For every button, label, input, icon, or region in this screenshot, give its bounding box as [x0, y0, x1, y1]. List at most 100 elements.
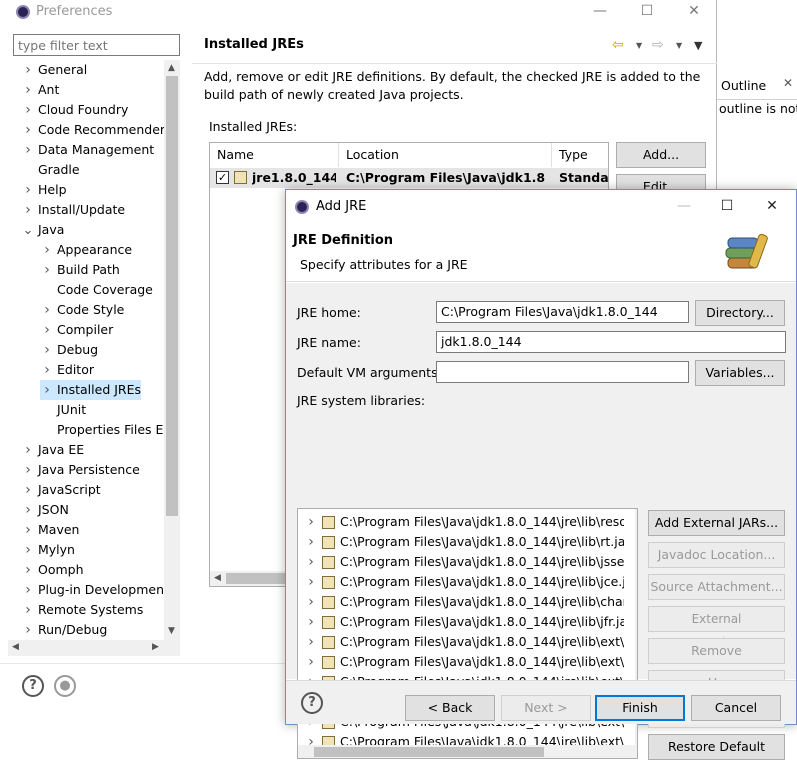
preferences-tree[interactable]: › General › Ant › Cloud Foundry › Code Recommen…: [8, 60, 180, 656]
tree-item[interactable]: › Remote Systems: [21, 600, 143, 620]
tree-item[interactable]: › Compiler: [40, 320, 113, 340]
column-header-location[interactable]: Location: [339, 143, 552, 167]
chevron-right-icon[interactable]: ›: [21, 600, 35, 620]
tree-item[interactable]: › Cloud Foundry: [21, 100, 128, 120]
variables-button[interactable]: Variables...: [695, 360, 785, 386]
tree-item[interactable]: › Java Persistence: [21, 460, 140, 480]
scroll-left-icon[interactable]: ◀: [12, 642, 19, 652]
tree-item[interactable]: › Data Management: [21, 140, 154, 160]
tree-item[interactable]: ⌄ Java: [21, 220, 65, 241]
back-arrow-icon[interactable]: ⇦: [612, 37, 624, 53]
chevron-right-icon[interactable]: ›: [304, 552, 318, 572]
vm-args-field[interactable]: [436, 361, 689, 383]
tree-horizontal-scrollbar[interactable]: ◀ ▶: [8, 640, 180, 656]
tree-item[interactable]: › Maven: [21, 520, 79, 540]
external-annotations-button[interactable]: External annotations...: [648, 606, 785, 650]
view-menu-icon[interactable]: ▼: [694, 39, 702, 52]
back-dropdown-icon[interactable]: ▼: [636, 41, 642, 50]
source-attachment-button[interactable]: Source Attachment...: [648, 574, 785, 600]
library-item[interactable]: › C:\Program Files\Java\jdk1.8.0_144\jre\…: [298, 512, 624, 532]
help-icon[interactable]: ?: [22, 675, 44, 697]
tree-item[interactable]: › JSON: [21, 500, 69, 520]
library-item[interactable]: › C:\Program Files\Java\jdk1.8.0_144\jre\…: [298, 592, 624, 612]
maximize-icon[interactable]: ☐: [633, 0, 661, 22]
back-button[interactable]: < Back: [405, 695, 495, 721]
chevron-right-icon[interactable]: ›: [40, 300, 54, 320]
maximize-icon[interactable]: ☐: [713, 195, 741, 217]
chevron-right-icon[interactable]: ›: [304, 512, 318, 532]
libraries-hscroll-thumb[interactable]: [314, 747, 544, 757]
chevron-right-icon[interactable]: ›: [21, 500, 35, 520]
chevron-right-icon[interactable]: ›: [21, 60, 35, 80]
help-icon[interactable]: ?: [301, 692, 323, 714]
chevron-right-icon[interactable]: ›: [40, 320, 54, 340]
chevron-right-icon[interactable]: ›: [21, 620, 35, 640]
scroll-up-icon[interactable]: ▲: [168, 63, 175, 73]
close-icon[interactable]: ✕: [758, 195, 786, 217]
jre-home-field[interactable]: C:\Program Files\Java\jdk1.8.0_144: [436, 301, 689, 323]
chevron-right-icon[interactable]: ›: [21, 200, 35, 220]
import-export-icon[interactable]: ●: [54, 675, 76, 697]
close-icon[interactable]: ✕: [680, 0, 708, 22]
chevron-right-icon[interactable]: ›: [304, 592, 318, 612]
chevron-right-icon[interactable]: ›: [21, 100, 35, 120]
chevron-right-icon[interactable]: ›: [21, 80, 35, 100]
chevron-right-icon[interactable]: ›: [21, 540, 35, 560]
chevron-right-icon[interactable]: ›: [21, 120, 35, 140]
chevron-right-icon[interactable]: ›: [40, 240, 54, 260]
library-item[interactable]: › C:\Program Files\Java\jdk1.8.0_144\jre\…: [298, 632, 624, 652]
forward-dropdown-icon[interactable]: ▼: [676, 41, 682, 50]
tree-item[interactable]: › Oomph: [21, 560, 83, 580]
tree-item[interactable]: › Code Style: [40, 300, 124, 320]
chevron-right-icon[interactable]: ›: [21, 580, 35, 600]
remove-button[interactable]: Remove: [648, 638, 785, 664]
tree-item[interactable]: Code Coverage: [40, 280, 153, 300]
chevron-right-icon[interactable]: ›: [21, 180, 35, 200]
finish-button[interactable]: Finish: [595, 695, 685, 721]
tree-item[interactable]: › Debug: [40, 340, 98, 360]
chevron-right-icon[interactable]: ›: [21, 440, 35, 460]
add-button[interactable]: Add...: [616, 142, 706, 168]
minimize-icon[interactable]: —: [670, 195, 698, 217]
outline-view-tab[interactable]: Outline ✕: [717, 70, 797, 100]
chevron-right-icon[interactable]: ›: [21, 560, 35, 580]
tree-item[interactable]: › Plug-in Development: [21, 580, 169, 600]
tree-item[interactable]: › Install/Update: [21, 200, 125, 220]
tree-item[interactable]: › Java EE: [21, 440, 84, 460]
tree-scroll-thumb[interactable]: [166, 76, 178, 516]
chevron-right-icon[interactable]: ›: [40, 260, 54, 280]
chevron-right-icon[interactable]: ›: [40, 380, 54, 400]
javadoc-location-button[interactable]: Javadoc Location...: [648, 542, 785, 568]
jre-name-field[interactable]: jdk1.8.0_144: [436, 331, 786, 353]
close-icon[interactable]: ✕: [783, 76, 793, 90]
chevron-right-icon[interactable]: ›: [21, 140, 35, 160]
column-header-name[interactable]: Name: [210, 143, 339, 167]
library-item[interactable]: › C:\Program Files\Java\jdk1.8.0_144\jre\…: [298, 652, 624, 672]
tree-item[interactable]: › Help: [21, 180, 66, 200]
forward-arrow-icon[interactable]: ⇨: [652, 37, 664, 53]
row-checkbox[interactable]: ✓: [216, 171, 229, 184]
scroll-right-icon[interactable]: ▶: [152, 642, 159, 652]
filter-input[interactable]: [13, 34, 180, 56]
tree-item[interactable]: › Mylyn: [21, 540, 75, 560]
chevron-right-icon[interactable]: ›: [304, 632, 318, 652]
restore-default-button[interactable]: Restore Default: [648, 734, 785, 760]
minimize-icon[interactable]: —: [586, 0, 614, 22]
directory-button[interactable]: Directory...: [695, 300, 785, 326]
tree-item[interactable]: › Run/Debug: [21, 620, 107, 640]
library-item[interactable]: › C:\Program Files\Java\jdk1.8.0_144\jre\…: [298, 612, 624, 632]
chevron-down-icon[interactable]: ⌄: [21, 221, 35, 241]
table-row[interactable]: ✓ jre1.8.0_144 ... C:\Program Files\Java…: [210, 168, 608, 188]
add-external-jars-button[interactable]: Add External JARs...: [648, 510, 785, 536]
library-item[interactable]: › C:\Program Files\Java\jdk1.8.0_144\jre\…: [298, 532, 624, 552]
next-button[interactable]: Next >: [501, 695, 591, 721]
tree-item[interactable]: › Build Path: [40, 260, 120, 280]
preferences-titlebar[interactable]: Preferences — ☐ ✕: [0, 0, 717, 24]
chevron-right-icon[interactable]: ›: [21, 460, 35, 480]
tree-item[interactable]: Properties Files Ed: [40, 420, 171, 440]
scroll-down-icon[interactable]: ▼: [168, 626, 175, 636]
dialog-titlebar[interactable]: Add JRE — ☐ ✕: [286, 190, 796, 224]
tree-item[interactable]: › Ant: [21, 80, 59, 100]
tree-item[interactable]: › Installed JREs: [40, 380, 142, 400]
chevron-right-icon[interactable]: ›: [21, 480, 35, 500]
